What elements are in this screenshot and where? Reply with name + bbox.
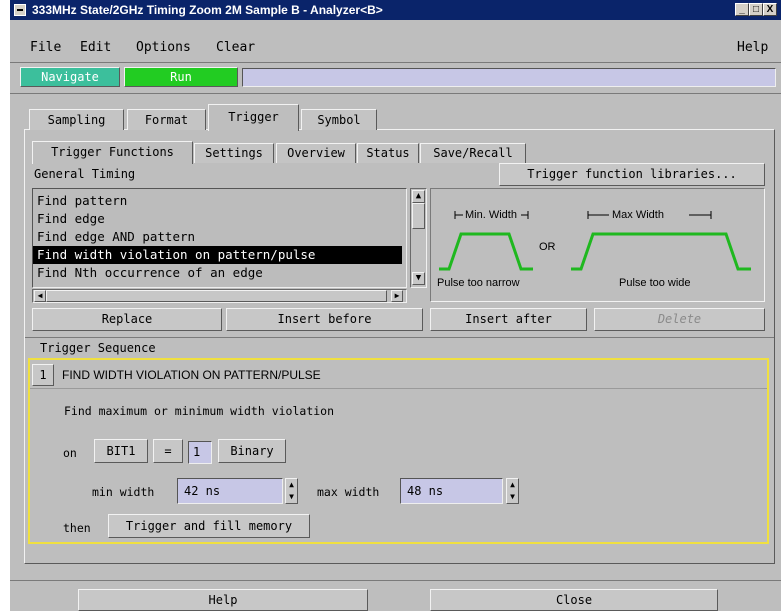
list-item-selected[interactable]: Find width violation on pattern/pulse bbox=[33, 246, 402, 264]
min-width-field-label: min width bbox=[92, 485, 155, 499]
scroll-thumb[interactable] bbox=[412, 203, 425, 229]
trigger-sequence-title: Trigger Sequence bbox=[40, 341, 156, 355]
list-item[interactable]: Find edge AND pattern bbox=[33, 228, 406, 246]
window-menu-icon[interactable] bbox=[14, 4, 26, 16]
max-width-field-label: max width bbox=[317, 485, 380, 499]
insert-before-button[interactable]: Insert before bbox=[226, 308, 423, 331]
window-title: 333MHz State/2GHz Timing Zoom 2M Sample … bbox=[32, 3, 383, 17]
min-width-label: Min. Width bbox=[465, 209, 517, 221]
tab-trigger-functions[interactable]: Trigger Functions bbox=[32, 141, 193, 164]
toolbar-separator bbox=[10, 93, 781, 94]
value-input[interactable]: 1 bbox=[188, 441, 212, 464]
run-button[interactable]: Run bbox=[124, 67, 238, 87]
menu-options[interactable]: Options bbox=[136, 40, 191, 55]
category-label: General Timing bbox=[34, 167, 136, 181]
tab-sampling[interactable]: Sampling bbox=[29, 109, 124, 130]
menu-separator bbox=[10, 62, 781, 63]
max-width-stepper[interactable]: ▲ ▼ bbox=[506, 478, 519, 504]
bus-select-button[interactable]: BIT1 bbox=[94, 439, 148, 463]
scroll-right-button[interactable]: ▶ bbox=[391, 290, 403, 302]
min-width-input[interactable]: 42 ns bbox=[177, 478, 283, 504]
maximize-button[interactable]: □ bbox=[749, 3, 763, 16]
section-divider bbox=[25, 337, 774, 338]
narrow-pulse-caption: Pulse too narrow bbox=[437, 277, 520, 289]
insert-after-button[interactable]: Insert after bbox=[430, 308, 587, 331]
operator-select-button[interactable]: = bbox=[153, 439, 183, 463]
window-left-edge bbox=[0, 0, 10, 611]
step-description: Find maximum or minimum width violation bbox=[64, 404, 335, 418]
list-item[interactable]: Find Nth occurrence of an edge bbox=[33, 264, 406, 282]
menu-edit[interactable]: Edit bbox=[80, 40, 111, 55]
scroll-up-button[interactable]: ▲ bbox=[412, 190, 425, 203]
close-button[interactable]: Close bbox=[430, 589, 718, 611]
tab-settings[interactable]: Settings bbox=[194, 143, 274, 163]
delete-button[interactable]: Delete bbox=[594, 308, 765, 331]
menu-help[interactable]: Help bbox=[737, 40, 768, 55]
step-number-button[interactable]: 1 bbox=[32, 364, 54, 386]
navigate-button[interactable]: Navigate bbox=[20, 67, 120, 87]
base-select-button[interactable]: Binary bbox=[218, 439, 286, 463]
list-item[interactable]: Find edge bbox=[33, 210, 406, 228]
trigger-libraries-button[interactable]: Trigger function libraries... bbox=[499, 163, 765, 186]
min-width-stepper[interactable]: ▲ ▼ bbox=[285, 478, 298, 504]
list-horizontal-scrollbar[interactable]: ◀ ▶ bbox=[32, 289, 407, 303]
wide-pulse-caption: Pulse too wide bbox=[619, 277, 691, 289]
minimize-button[interactable]: _ bbox=[735, 3, 749, 16]
trigger-action-button[interactable]: Trigger and fill memory bbox=[108, 514, 310, 538]
tab-symbol[interactable]: Symbol bbox=[301, 109, 377, 130]
list-item[interactable]: Find pattern bbox=[33, 192, 406, 210]
bottom-separator bbox=[10, 580, 781, 581]
width-violation-diagram: Min. Width Max Width OR Pulse too narrow… bbox=[430, 188, 765, 302]
horizontal-scroll-thumb[interactable] bbox=[46, 290, 387, 302]
list-vertical-scrollbar[interactable]: ▲ ▼ bbox=[410, 188, 427, 288]
replace-button[interactable]: Replace bbox=[32, 308, 222, 331]
menu-clear[interactable]: Clear bbox=[216, 40, 255, 55]
scroll-down-button[interactable]: ▼ bbox=[412, 272, 425, 285]
tab-overview[interactable]: Overview bbox=[276, 143, 356, 163]
tab-format[interactable]: Format bbox=[127, 109, 206, 130]
or-label: OR bbox=[539, 241, 556, 253]
step-header-divider bbox=[30, 388, 767, 389]
step-title: FIND WIDTH VIOLATION ON PATTERN/PULSE bbox=[62, 368, 321, 382]
tab-status[interactable]: Status bbox=[357, 143, 419, 163]
close-window-button[interactable]: X bbox=[763, 3, 777, 16]
wide-pulse-waveform bbox=[571, 232, 751, 271]
help-button[interactable]: Help bbox=[78, 589, 368, 611]
max-width-input[interactable]: 48 ns bbox=[400, 478, 503, 504]
on-label: on bbox=[63, 446, 77, 460]
title-bar[interactable]: 333MHz State/2GHz Timing Zoom 2M Sample … bbox=[10, 0, 781, 20]
trigger-function-list: Find pattern Find edge Find edge AND pat… bbox=[32, 188, 407, 288]
menu-file[interactable]: File bbox=[30, 40, 61, 55]
max-width-label: Max Width bbox=[612, 209, 664, 221]
status-field bbox=[242, 68, 776, 87]
scroll-left-button[interactable]: ◀ bbox=[34, 290, 46, 302]
then-label: then bbox=[63, 521, 91, 535]
tab-trigger[interactable]: Trigger bbox=[208, 104, 299, 131]
tab-save-recall[interactable]: Save/Recall bbox=[420, 143, 526, 163]
narrow-pulse-waveform bbox=[439, 232, 533, 271]
menu-bar: File Edit Options Clear Help bbox=[10, 34, 781, 60]
